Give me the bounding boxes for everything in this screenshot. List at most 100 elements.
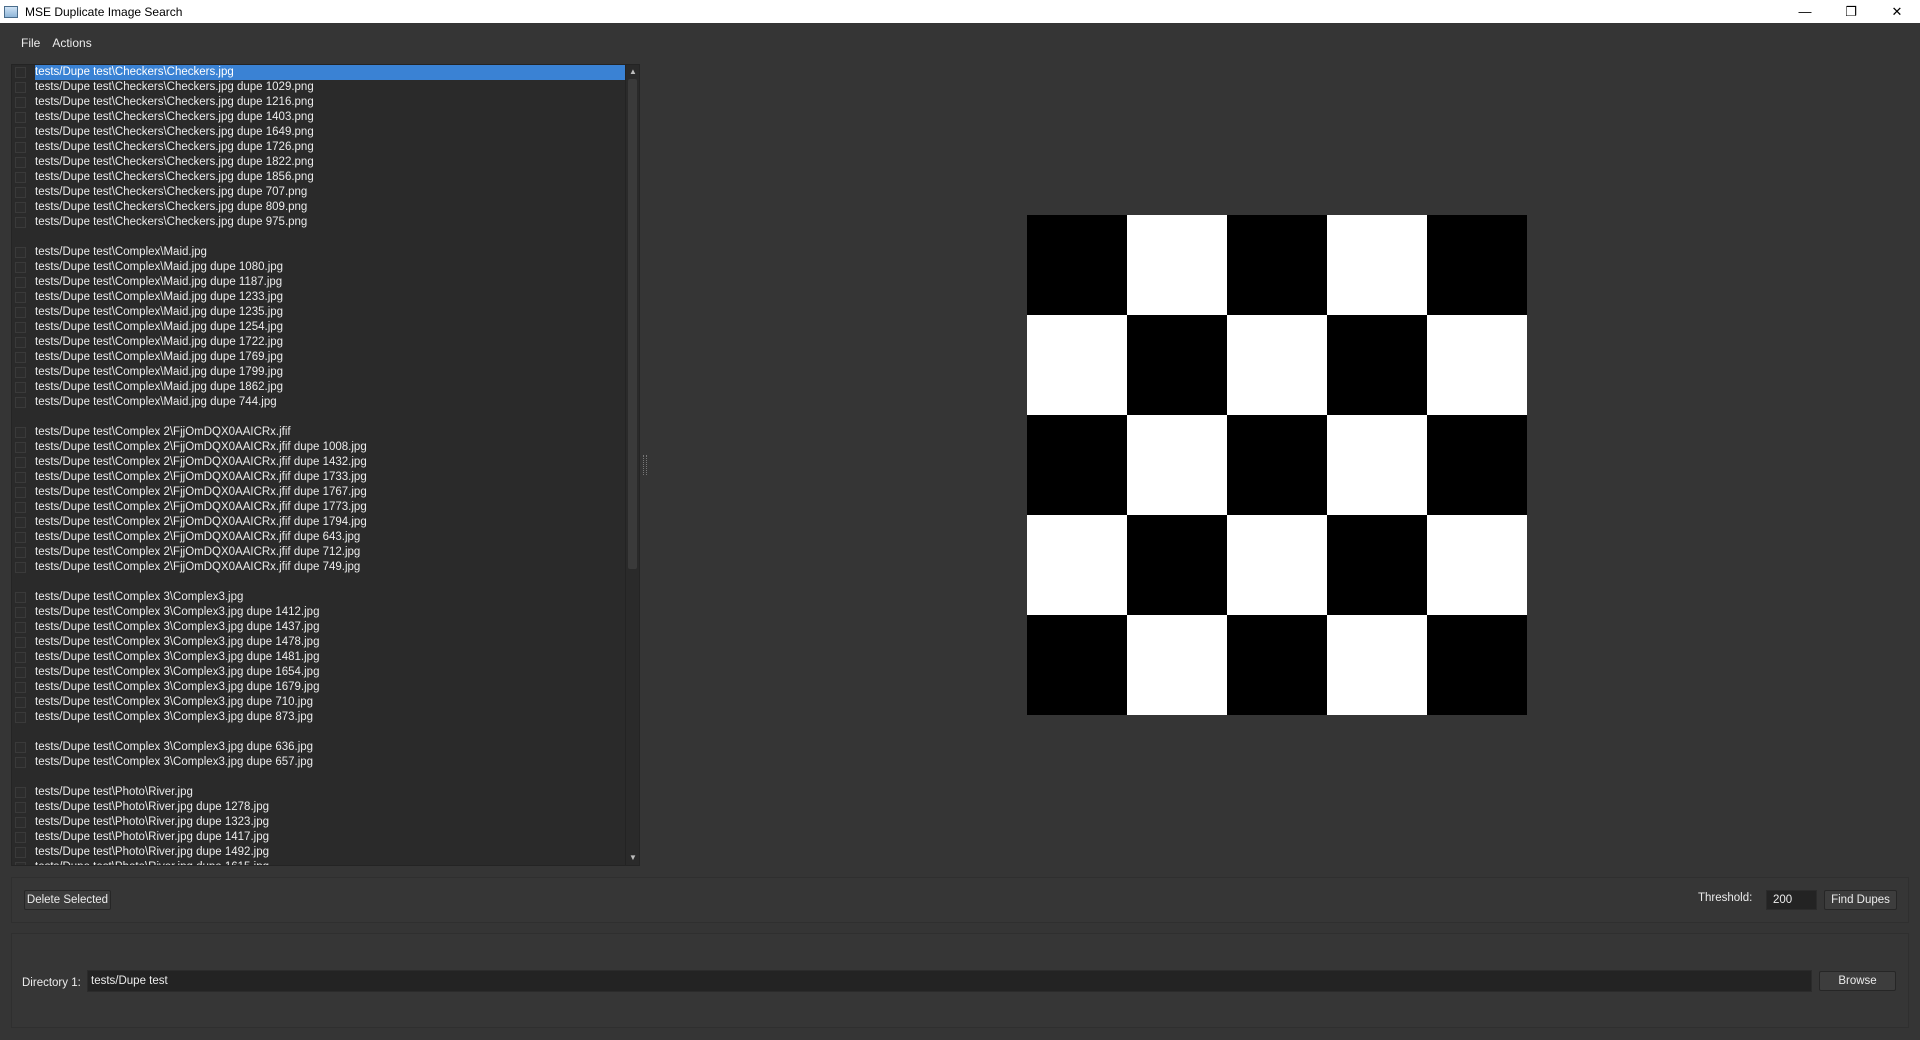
list-item[interactable]: tests/Dupe test\Complex 3\Complex3.jpg d… [12, 605, 627, 620]
list-item[interactable]: tests/Dupe test\Complex 3\Complex3.jpg d… [12, 710, 627, 725]
find-dupes-button[interactable]: Find Dupes [1824, 890, 1897, 910]
list-item[interactable]: tests/Dupe test\Photo\River.jpg dupe 161… [12, 860, 627, 865]
browse-button[interactable]: Browse [1819, 971, 1896, 991]
list-item[interactable]: tests/Dupe test\Photo\River.jpg dupe 149… [12, 845, 627, 860]
list-item[interactable]: tests/Dupe test\Complex\Maid.jpg dupe 17… [12, 365, 627, 380]
row-checkbox[interactable] [15, 697, 26, 708]
row-checkbox[interactable] [15, 427, 26, 438]
row-checkbox[interactable] [15, 247, 26, 258]
list-item[interactable]: tests/Dupe test\Complex 2\FjjOmDQX0AAICR… [12, 500, 627, 515]
row-checkbox[interactable] [15, 637, 26, 648]
row-checkbox[interactable] [15, 337, 26, 348]
list-item[interactable]: tests/Dupe test\Checkers\Checkers.jpg du… [12, 125, 627, 140]
threshold-input[interactable]: 200 [1766, 890, 1817, 910]
list-item[interactable]: tests/Dupe test\Photo\River.jpg dupe 141… [12, 830, 627, 845]
row-checkbox[interactable] [15, 682, 26, 693]
row-checkbox[interactable] [15, 457, 26, 468]
list-item[interactable]: tests/Dupe test\Complex 3\Complex3.jpg d… [12, 680, 627, 695]
list-item[interactable]: tests/Dupe test\Complex\Maid.jpg dupe 18… [12, 380, 627, 395]
list-item[interactable]: tests/Dupe test\Complex 3\Complex3.jpg d… [12, 665, 627, 680]
row-checkbox[interactable] [15, 547, 26, 558]
row-checkbox[interactable] [15, 517, 26, 528]
row-checkbox[interactable] [15, 442, 26, 453]
row-checkbox[interactable] [15, 292, 26, 303]
row-checkbox[interactable] [15, 787, 26, 798]
close-button[interactable]: ✕ [1874, 0, 1920, 23]
row-checkbox[interactable] [15, 217, 26, 228]
list-item[interactable]: tests/Dupe test\Checkers\Checkers.jpg du… [12, 215, 627, 230]
row-checkbox[interactable] [15, 187, 26, 198]
list-item[interactable]: tests/Dupe test\Complex 3\Complex3.jpg d… [12, 755, 627, 770]
list-item[interactable]: tests/Dupe test\Complex 3\Complex3.jpg d… [12, 740, 627, 755]
directory-input[interactable]: tests/Dupe test [87, 970, 1812, 992]
scroll-thumb[interactable] [628, 79, 637, 569]
row-checkbox[interactable] [15, 562, 26, 573]
row-checkbox[interactable] [15, 832, 26, 843]
row-checkbox[interactable] [15, 262, 26, 273]
list-item[interactable]: tests/Dupe test\Photo\River.jpg [12, 785, 627, 800]
row-checkbox[interactable] [15, 817, 26, 828]
row-checkbox[interactable] [15, 502, 26, 513]
list-item[interactable]: tests/Dupe test\Complex 3\Complex3.jpg d… [12, 650, 627, 665]
menu-actions[interactable]: Actions [46, 32, 97, 54]
row-checkbox[interactable] [15, 277, 26, 288]
list-item[interactable]: tests/Dupe test\Complex 3\Complex3.jpg d… [12, 695, 627, 710]
list-item[interactable]: tests/Dupe test\Checkers\Checkers.jpg du… [12, 140, 627, 155]
list-item[interactable]: tests/Dupe test\Checkers\Checkers.jpg du… [12, 80, 627, 95]
list-item[interactable]: tests/Dupe test\Complex 3\Complex3.jpg [12, 590, 627, 605]
list-item[interactable]: tests/Dupe test\Complex 3\Complex3.jpg d… [12, 620, 627, 635]
row-checkbox[interactable] [15, 532, 26, 543]
row-checkbox[interactable] [15, 82, 26, 93]
list-item[interactable]: tests/Dupe test\Checkers\Checkers.jpg du… [12, 95, 627, 110]
list-item[interactable]: tests/Dupe test\Complex\Maid.jpg dupe 17… [12, 335, 627, 350]
list-item[interactable]: tests/Dupe test\Photo\River.jpg dupe 132… [12, 815, 627, 830]
scroll-down-icon[interactable]: ▼ [628, 852, 638, 864]
row-checkbox[interactable] [15, 112, 26, 123]
row-checkbox[interactable] [15, 127, 26, 138]
row-checkbox[interactable] [15, 142, 26, 153]
row-checkbox[interactable] [15, 742, 26, 753]
list-item[interactable]: tests/Dupe test\Photo\River.jpg dupe 127… [12, 800, 627, 815]
list-item[interactable]: tests/Dupe test\Complex 2\FjjOmDQX0AAICR… [12, 560, 627, 575]
list-item[interactable]: tests/Dupe test\Complex\Maid.jpg dupe 12… [12, 305, 627, 320]
row-checkbox[interactable] [15, 667, 26, 678]
row-checkbox[interactable] [15, 307, 26, 318]
list-scrollbar[interactable]: ▲ ▼ [625, 65, 639, 865]
list-item[interactable]: tests/Dupe test\Complex\Maid.jpg dupe 12… [12, 320, 627, 335]
row-checkbox[interactable] [15, 712, 26, 723]
list-item[interactable]: tests/Dupe test\Complex\Maid.jpg dupe 12… [12, 290, 627, 305]
row-checkbox[interactable] [15, 397, 26, 408]
list-item[interactable]: tests/Dupe test\Complex 2\FjjOmDQX0AAICR… [12, 530, 627, 545]
restore-button[interactable]: ❐ [1828, 0, 1874, 23]
list-item[interactable]: tests/Dupe test\Complex 2\FjjOmDQX0AAICR… [12, 440, 627, 455]
splitter-handle[interactable] [643, 455, 647, 475]
menu-file[interactable]: File [15, 32, 46, 54]
row-checkbox[interactable] [15, 157, 26, 168]
list-item[interactable]: tests/Dupe test\Complex\Maid.jpg dupe 10… [12, 260, 627, 275]
row-checkbox[interactable] [15, 622, 26, 633]
delete-selected-button[interactable]: Delete Selected [24, 890, 111, 910]
row-checkbox[interactable] [15, 607, 26, 618]
row-checkbox[interactable] [15, 172, 26, 183]
list-item[interactable]: tests/Dupe test\Complex 3\Complex3.jpg d… [12, 635, 627, 650]
list-item[interactable]: tests/Dupe test\Complex\Maid.jpg dupe 11… [12, 275, 627, 290]
list-item[interactable]: tests/Dupe test\Complex 2\FjjOmDQX0AAICR… [12, 485, 627, 500]
scroll-up-icon[interactable]: ▲ [628, 66, 638, 78]
list-item[interactable]: tests/Dupe test\Complex 2\FjjOmDQX0AAICR… [12, 515, 627, 530]
list-item[interactable]: tests/Dupe test\Checkers\Checkers.jpg du… [12, 200, 627, 215]
list-item[interactable]: tests/Dupe test\Checkers\Checkers.jpg du… [12, 110, 627, 125]
row-checkbox[interactable] [15, 67, 26, 78]
row-checkbox[interactable] [15, 847, 26, 858]
list-item[interactable]: tests/Dupe test\Checkers\Checkers.jpg [12, 65, 627, 80]
list-item[interactable]: tests/Dupe test\Complex 2\FjjOmDQX0AAICR… [12, 545, 627, 560]
row-checkbox[interactable] [15, 472, 26, 483]
list-item[interactable]: tests/Dupe test\Complex 2\FjjOmDQX0AAICR… [12, 455, 627, 470]
list-item[interactable]: tests/Dupe test\Complex\Maid.jpg dupe 17… [12, 350, 627, 365]
list-item[interactable]: tests/Dupe test\Complex 2\FjjOmDQX0AAICR… [12, 470, 627, 485]
row-checkbox[interactable] [15, 202, 26, 213]
duplicate-file-list[interactable]: tests/Dupe test\Checkers\Checkers.jpg tes… [11, 64, 640, 866]
minimize-button[interactable]: — [1782, 0, 1828, 23]
row-checkbox[interactable] [15, 862, 26, 865]
row-checkbox[interactable] [15, 487, 26, 498]
list-item[interactable]: tests/Dupe test\Checkers\Checkers.jpg du… [12, 155, 627, 170]
